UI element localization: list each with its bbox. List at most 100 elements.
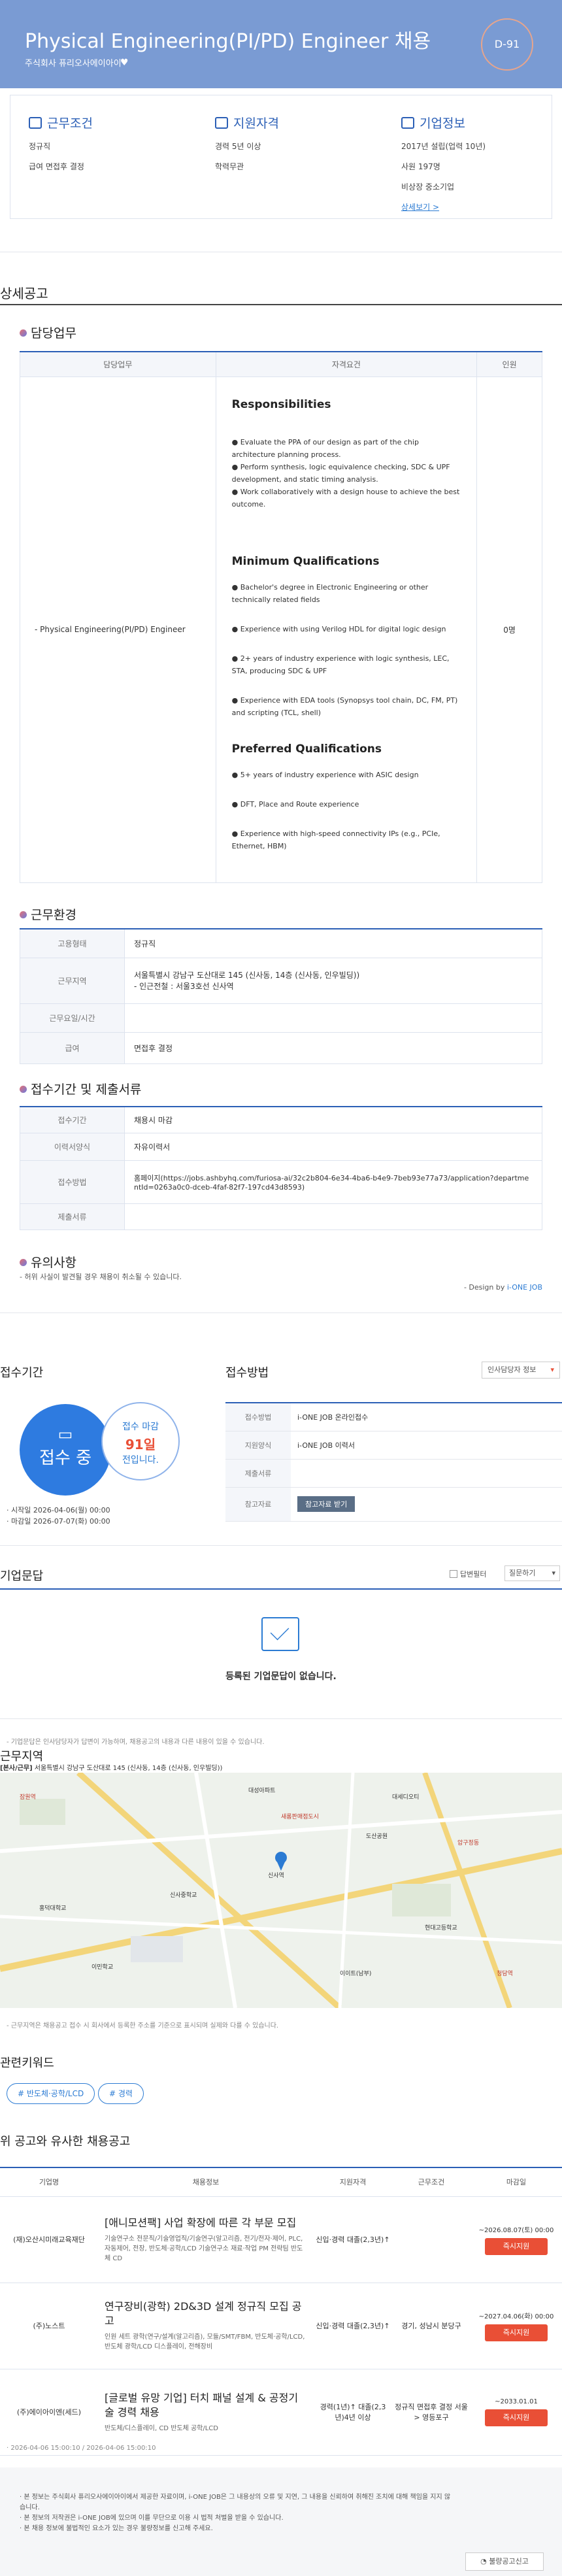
deadline-suffix: 전입니다.: [122, 1455, 159, 1465]
location-title: 근무지역: [0, 1750, 44, 1764]
qa-title: 기업문답: [0, 1569, 44, 1583]
count-cell: 0명: [476, 376, 542, 883]
heart-icon[interactable]: ♥: [120, 58, 129, 68]
similar-company[interactable]: (주)에이아이엔(세드): [0, 2369, 98, 2456]
checkbox[interactable]: [450, 1570, 457, 1578]
apply-now-button[interactable]: 즉시지원: [485, 2324, 548, 2341]
qual-cell: Responsibilities ● Evaluate the PPA of o…: [215, 376, 478, 883]
bullet-dot: [20, 329, 27, 337]
footer-line: · 본 정보의 저작권은 i-ONE JOB에 있으며 이를 무단으로 이용 시…: [20, 2515, 284, 2522]
monitor-icon: [215, 117, 228, 129]
recv-value: 채용시 마감: [124, 1106, 542, 1133]
corp-detail-link[interactable]: 상세보기 >: [401, 203, 439, 212]
manager-info-label: 인사담당자 정보: [488, 1365, 537, 1374]
status-circle: ▭ 접수 중: [20, 1404, 111, 1496]
map-svg: [0, 1773, 562, 2008]
summary-line: 학력무관: [215, 162, 244, 171]
job-header: Physical Engineering(PI/PD) Engineer 채용 …: [0, 0, 562, 88]
qa-ask-label: 질문하기: [509, 1569, 536, 1577]
summary-box: 근무조건 정규직 급여 면접후 결정 지원자격 경력 5년 이상 학력무관 기업…: [10, 95, 552, 219]
report-button[interactable]: ◔ 불량공고신고: [465, 2552, 544, 2571]
manager-info-button[interactable]: 인사담당자 정보 ▾: [482, 1362, 560, 1379]
bullet-dot: [20, 1259, 27, 1266]
map-label: 압구정동: [457, 1840, 480, 1847]
env-key: 근무요일/시간: [20, 1003, 125, 1033]
table-row[interactable]: (재)오산시미래교육재단 [애니모션팩] 사업 확장에 따른 각 부문 모집 기술…: [0, 2196, 562, 2283]
similar-company[interactable]: (주)노스트: [0, 2283, 98, 2369]
similar-job-title[interactable]: 연구장비(광학) 2D&3D 설계 정규직 모집 공고: [105, 2300, 307, 2328]
qa-filter[interactable]: 답변필터: [450, 1569, 486, 1579]
footer-line: · 본 채용 정보에 불법적인 요소가 있는 경우 불량정보를 신고해 주세요.: [20, 2525, 213, 2532]
apply-key: 제출서류: [225, 1459, 291, 1488]
similar-col-header: 지원자격: [314, 2167, 392, 2197]
summary-corp: 기업정보 2017년 설립(업력 10년) 사원 197명 비상장 중소기업 상…: [401, 114, 562, 212]
qa-filter-label: 답변필터: [460, 1570, 487, 1579]
recv-section-title: 접수기간 및 제출서류: [20, 1080, 141, 1097]
chevron-down-icon: ▾: [550, 1365, 554, 1374]
map[interactable]: 신사역 대성아파트 잠원역 새롬판매점도시 대세디오티 신사중학교 압구정동 홍…: [0, 1773, 562, 2008]
table-row[interactable]: (주)에이아이엔(세드) [글로벌 유망 기업] 터치 패널 설계 & 공정기술…: [0, 2369, 562, 2456]
duty-table: 담당업무 자격요건 인원 - Physical Engineering(PI/P…: [20, 351, 542, 883]
map-label: 대성아파트: [248, 1788, 276, 1794]
report-label: 불량공고신고: [489, 2557, 529, 2566]
similar-job-title[interactable]: [글로벌 유망 기업] 터치 패널 설계 & 공정기술 경력 채용: [105, 2391, 307, 2420]
map-label: 이민학교: [91, 1964, 114, 1971]
keyword-tag[interactable]: # 반도체·공학/LCD: [7, 2083, 95, 2104]
keyword-tag[interactable]: # 경력: [98, 2083, 144, 2104]
map-label: 대세디오티: [392, 1794, 420, 1801]
similar-col-header: 근무조건: [392, 2167, 471, 2197]
similar-job-desc: 인원 세트 광학(연구/설계(알고리즘), 모듈/SMT/FBM, 반도체·공학…: [105, 2333, 305, 2350]
summary-work-title: 근무조건: [47, 116, 93, 131]
count-col-header: 인원: [476, 351, 542, 377]
table-row[interactable]: (주)노스트 연구장비(광학) 2D&3D 설계 정규직 모집 공고인원 세트 …: [0, 2283, 562, 2369]
similar-cond: [392, 2196, 471, 2283]
duty-col-header: 담당업무: [20, 351, 216, 377]
location-note: - 근무지역은 채용공고 접수 시 회사에서 등록한 주소를 기준으로 표시되며…: [7, 2022, 279, 2030]
similar-deadline: ~2027.04.06(화) 00:00: [478, 2313, 554, 2320]
job-title: Physical Engineering(PI/PD) Engineer 채용: [25, 30, 431, 53]
notice-section-title: 유의사항: [20, 1253, 76, 1271]
recv-value[interactable]: 홈페이지(https://jobs.ashbyhq.com/furiosa-ai…: [124, 1160, 542, 1204]
map-label: 신사역: [268, 1873, 284, 1879]
summary-qual: 지원자격 경력 5년 이상 학력무관: [215, 114, 385, 172]
summary-line: 급여 면접후 결정: [29, 162, 84, 171]
similar-table: 기업명 채용정보 지원자격 근무조건 마감일 (재)오산시미래교육재단 [애니모…: [0, 2167, 562, 2456]
recv-value: 자유이력서: [124, 1132, 542, 1161]
env-title: 근무환경: [31, 908, 76, 922]
min-heading: Minimum Qualifications: [231, 554, 380, 568]
pref-item: ● 5+ years of industry experience with A…: [231, 770, 419, 779]
apply-now-button[interactable]: 즉시지원: [485, 2237, 548, 2255]
reference-download-button[interactable]: 참고자료 받기: [297, 1496, 355, 1512]
min-item: ● Experience with using Verilog HDL for …: [231, 624, 446, 633]
apply-key: 지원양식: [225, 1431, 291, 1460]
apply-table: 접수방법 i-ONE JOB 온라인접수 지원양식 i-ONE JOB 이력서 제출…: [225, 1402, 562, 1522]
duty-section-title: 담당업무: [20, 324, 76, 341]
chevron-down-icon: ▾: [552, 1569, 555, 1577]
similar-deadline: ~2033.01.01: [495, 2398, 538, 2405]
footer: · 본 정보는 주식회사 퓨리오사에이아이에서 제공한 자료이며, i-ONE …: [0, 2467, 562, 2576]
apply-now-button[interactable]: 즉시지원: [485, 2409, 548, 2426]
period-end: · 마감일 2026-07-07(화) 00:00: [7, 1517, 110, 1526]
company-name[interactable]: 주식회사 퓨리오사에이아이: [25, 56, 122, 69]
pref-item: ● Experience with high-speed connectivit…: [231, 829, 440, 850]
similar-title: 위 공고와 유사한 채용공고: [0, 2135, 131, 2149]
design-link[interactable]: i-ONE JOB: [507, 1283, 542, 1292]
apply-value: i-ONE JOB 온라인접수: [291, 1403, 562, 1431]
notice-title: 유의사항: [31, 1256, 76, 1270]
dday-badge: D-91: [481, 18, 533, 71]
env-value: 정규직: [124, 928, 542, 958]
envelope-icon: [261, 1617, 299, 1651]
map-label: 이이트(남부): [340, 1971, 372, 1977]
similar-company[interactable]: (재)오산시미래교육재단: [0, 2196, 98, 2283]
map-label: 홍덕대학교: [39, 1905, 67, 1912]
deadline-label: 접수 마감: [122, 1422, 159, 1432]
env-key: 고용형태: [20, 928, 125, 958]
qa-ask-select[interactable]: 질문하기 ▾: [504, 1565, 560, 1581]
env-value: - 인근전철 : 서울3호선 신사역: [134, 982, 234, 991]
min-item: ● 2+ years of industry experience with l…: [231, 654, 450, 675]
similar-job-title[interactable]: [애니모션팩] 사업 확장에 따른 각 부문 모집: [105, 2216, 307, 2230]
similar-qual: 신입·경력 대졸(2,3년)↑: [314, 2196, 392, 2283]
env-key: 급여: [20, 1031, 125, 1064]
resp-heading: Responsibilities: [231, 397, 331, 411]
summary-line: 사원 197명: [401, 162, 440, 171]
